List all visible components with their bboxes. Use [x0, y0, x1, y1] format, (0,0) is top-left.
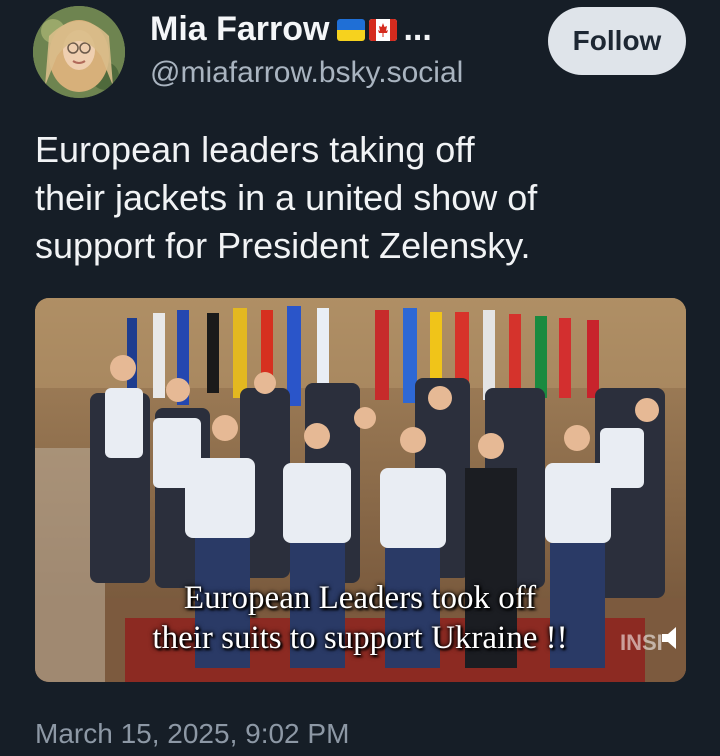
ukraine-flag-icon [337, 18, 366, 41]
follow-button[interactable]: Follow [548, 7, 686, 75]
image-watermark: INSI [620, 630, 663, 655]
display-name-text: Mia Farrow [150, 10, 330, 48]
author-avatar[interactable] [33, 6, 125, 98]
post-timestamp[interactable]: March 15, 2025, 9:02 PM [35, 718, 349, 750]
post-text-line: European leaders taking off [35, 129, 475, 170]
post-text-line: support for President Zelensky. [35, 225, 531, 266]
author-display-name[interactable]: Mia Farrow ... [150, 10, 432, 49]
image-caption-line: their suits to support Ukraine !! [152, 620, 568, 656]
post-text: European leaders taking off their jacket… [35, 126, 685, 270]
speaker-icon[interactable] [660, 624, 684, 652]
canada-flag-icon [369, 18, 398, 41]
post-text-line: their jackets in a united show of [35, 177, 538, 218]
name-truncation: ... [403, 10, 432, 48]
author-handle[interactable]: @miafarrow.bsky.social [150, 56, 463, 90]
image-caption-line: European Leaders took off [183, 580, 537, 616]
